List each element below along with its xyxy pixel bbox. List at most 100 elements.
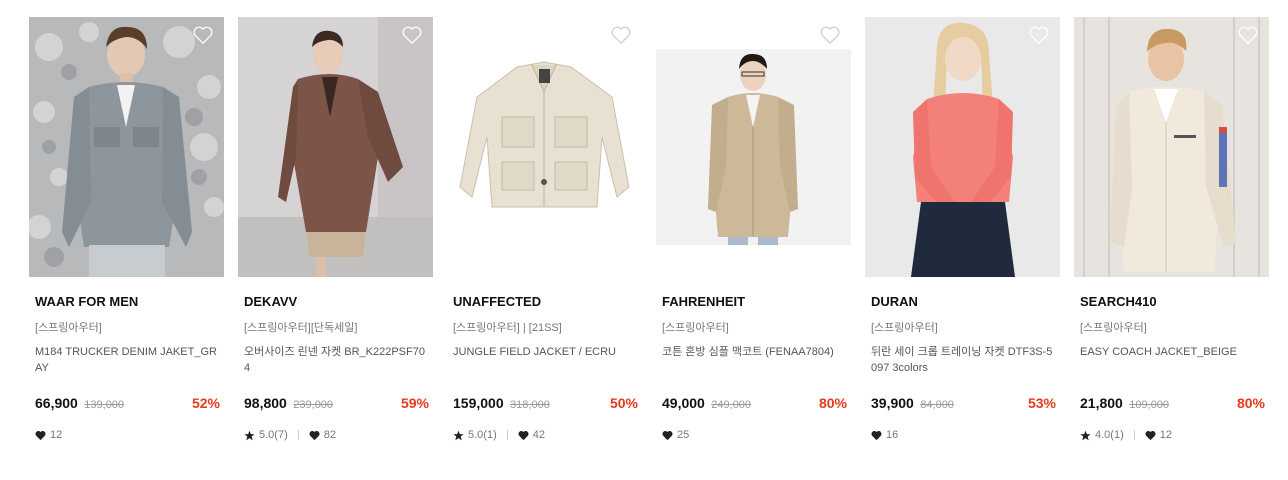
like-count: 25 [662,429,689,441]
product-meta: 25 [662,429,689,441]
rating: 4.0(1) [1080,429,1124,441]
like-count-value: 25 [677,429,690,441]
product-category: [스프링아우터] [35,322,102,334]
original-price: 84,000 [920,399,954,411]
price-row: 39,900 84,000 53% [871,395,1056,413]
heart-filled-icon [309,430,320,440]
product-image[interactable] [865,17,1060,277]
product-meta: 16 [871,429,898,441]
product-card[interactable]: DEKAVV [스프링아우터][단독세일] 오버사이즈 린넨 자켓 BR_K22… [238,17,433,441]
original-price: 239,000 [293,399,334,411]
product-photo-field-jacket [447,17,642,277]
meta-divider [506,430,508,440]
product-title[interactable]: 코튼 혼방 심플 맥코트 (FENAA7804) [662,344,847,360]
heart-filled-icon [518,430,529,440]
sale-price: 98,800 [244,395,287,411]
original-price: 139,000 [84,399,125,411]
wishlist-heart-icon[interactable] [1237,25,1259,45]
product-title[interactable]: M184 TRUCKER DENIM JAKET_GRAY [35,344,220,376]
product-photo-mac-coat [656,17,851,277]
price-row: 98,800 239,000 59% [244,395,429,413]
star-icon [1080,430,1091,440]
like-count-value: 12 [1159,429,1172,441]
heart-filled-icon [1145,430,1156,440]
product-meta: 5.0(7) 82 [244,429,336,441]
discount-rate: 80% [1236,395,1265,411]
discount-rate: 53% [1027,395,1056,411]
product-photo-coach-jacket [1074,17,1269,277]
like-count: 16 [871,429,898,441]
product-title[interactable]: 뒤란 세이 크롭 트레이닝 자켓 DTF3S-5097 3colors [871,344,1056,376]
product-brand[interactable]: FAHRENHEIT [662,294,745,309]
product-image[interactable] [1074,17,1269,277]
product-title[interactable]: 오버사이즈 린넨 자켓 BR_K222PSF704 [244,344,429,376]
product-brand[interactable]: SEARCH410 [1080,294,1157,309]
product-card[interactable]: DURAN [스프링아우터] 뒤란 세이 크롭 트레이닝 자켓 DTF3S-50… [865,17,1060,441]
product-meta: 5.0(1) 42 [453,429,545,441]
original-price: 109,000 [1129,399,1170,411]
product-meta: 12 [35,429,62,441]
price-row: 21,800 109,000 80% [1080,395,1265,413]
wishlist-heart-icon[interactable] [401,25,423,45]
wishlist-heart-icon[interactable] [192,25,214,45]
product-category: [스프링아우터] [1080,322,1147,334]
product-card[interactable]: SEARCH410 [스프링아우터] EASY COACH JACKET_BEI… [1074,17,1269,441]
product-card[interactable]: FAHRENHEIT [스프링아우터] 코튼 혼방 심플 맥코트 (FENAA7… [656,17,851,441]
star-icon [244,430,255,440]
product-card[interactable]: UNAFFECTED [스프링아우터] | [21SS] JUNGLE FIEL… [447,17,642,441]
product-card[interactable]: WAAR FOR MEN [스프링아우터] M184 TRUCKER DENIM… [29,17,224,441]
heart-filled-icon [35,430,46,440]
product-grid: WAAR FOR MEN [스프링아우터] M184 TRUCKER DENIM… [0,0,1288,480]
product-image[interactable] [447,17,642,277]
product-category: [스프링아우터] [662,322,729,334]
product-brand[interactable]: DEKAVV [244,294,297,309]
product-photo-training-jacket [865,17,1060,277]
product-brand[interactable]: UNAFFECTED [453,294,541,309]
sale-price: 66,900 [35,395,78,411]
like-count-value: 82 [323,429,336,441]
like-count-value: 16 [886,429,899,441]
product-category: [스프링아우터] | [21SS] [453,322,562,334]
product-meta: 4.0(1) 12 [1080,429,1172,441]
sale-price: 159,000 [453,395,504,411]
product-image[interactable] [656,17,851,277]
product-image[interactable] [29,17,224,277]
like-count: 12 [35,429,62,441]
star-icon [453,430,464,440]
sale-price: 39,900 [871,395,914,411]
rating: 5.0(1) [453,429,497,441]
discount-rate: 59% [400,395,429,411]
wishlist-heart-icon[interactable] [819,25,841,45]
like-count: 82 [309,429,336,441]
like-count: 12 [1145,429,1172,441]
sale-price: 49,000 [662,395,705,411]
product-category: [스프링아우터][단독세일] [244,322,358,334]
rating-value: 5.0(7) [259,429,288,441]
product-image[interactable] [238,17,433,277]
product-photo-denim-jacket [29,17,224,277]
original-price: 318,000 [510,399,550,411]
like-count-value: 42 [532,429,545,441]
heart-filled-icon [662,430,673,440]
rating-value: 4.0(1) [1095,429,1124,441]
like-count-value: 12 [50,429,63,441]
discount-rate: 80% [818,395,847,411]
sale-price: 21,800 [1080,395,1123,411]
meta-divider [297,430,299,440]
meta-divider [1133,430,1135,440]
original-price: 249,000 [711,399,752,411]
like-count: 42 [518,429,545,441]
heart-filled-icon [871,430,882,440]
product-category: [스프링아우터] [871,322,938,334]
product-title[interactable]: EASY COACH JACKET_BEIGE [1080,344,1265,360]
product-brand[interactable]: DURAN [871,294,918,309]
discount-rate: 50% [609,395,638,411]
wishlist-heart-icon[interactable] [610,25,632,45]
discount-rate: 52% [191,395,220,411]
rating-value: 5.0(1) [468,429,497,441]
wishlist-heart-icon[interactable] [1028,25,1050,45]
product-brand[interactable]: WAAR FOR MEN [35,294,138,309]
product-title[interactable]: JUNGLE FIELD JACKET / ECRU [453,344,638,360]
product-photo-linen-jacket [238,17,433,277]
price-row: 66,900 139,000 52% [35,395,220,413]
